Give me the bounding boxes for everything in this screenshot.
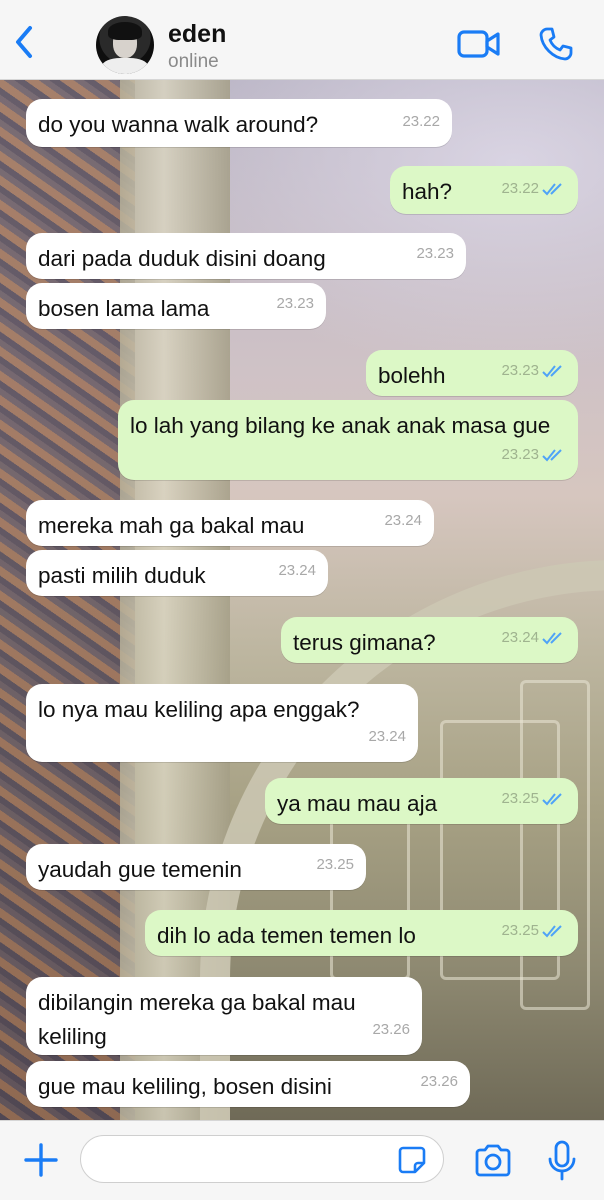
- camera-icon: [475, 1144, 511, 1177]
- message-incoming[interactable]: yaudah gue temenin 23.25: [26, 844, 366, 890]
- read-ticks-icon: [542, 449, 562, 462]
- sticker-button[interactable]: [398, 1146, 426, 1174]
- message-incoming[interactable]: gue mau keliling, bosen disini 23.26: [26, 1061, 470, 1107]
- message-outgoing[interactable]: lo lah yang bilang ke anak anak masa gue…: [118, 400, 578, 480]
- message-text: pasti milih duduk: [38, 563, 206, 588]
- message-input-bar: [0, 1120, 604, 1200]
- message-time: 23.25: [316, 856, 354, 873]
- message-time: 23.25: [501, 922, 539, 939]
- message-text: yaudah gue temenin: [38, 857, 242, 882]
- message-incoming[interactable]: dari pada duduk disini doang 23.23: [26, 233, 466, 279]
- back-button[interactable]: [8, 22, 42, 62]
- message-time: 23.24: [368, 728, 406, 745]
- read-ticks-icon: [542, 793, 562, 806]
- message-time: 23.22: [501, 180, 539, 197]
- microphone-button[interactable]: [546, 1139, 578, 1183]
- phone-call-icon: [539, 27, 573, 61]
- message-incoming[interactable]: pasti milih duduk 23.24: [26, 550, 328, 596]
- message-text: do you wanna walk around?: [38, 112, 319, 137]
- contact-name[interactable]: eden: [168, 20, 226, 49]
- back-chevron-icon: [16, 26, 32, 58]
- message-text: mereka mah ga bakal mau: [38, 513, 305, 538]
- attach-button[interactable]: [22, 1141, 60, 1179]
- message-time: 23.23: [416, 245, 454, 262]
- message-incoming[interactable]: dibilangin mereka ga bakal mau keliling …: [26, 977, 422, 1055]
- message-text: dari pada duduk disini doang: [38, 246, 326, 271]
- message-text: dibilangin mereka ga bakal mau keliling: [38, 990, 356, 1049]
- read-ticks-icon: [542, 365, 562, 378]
- message-text: lo nya mau keliling apa enggak?: [38, 697, 360, 722]
- contact-status: online: [168, 51, 219, 72]
- message-time: 23.24: [278, 562, 316, 579]
- message-input[interactable]: [80, 1135, 444, 1183]
- message-text: gue mau keliling, bosen disini: [38, 1074, 332, 1099]
- read-ticks-icon: [542, 925, 562, 938]
- wallpaper-panel: [520, 680, 590, 1010]
- message-outgoing[interactable]: hah? 23.22: [390, 166, 578, 214]
- chat-header: eden online: [0, 0, 604, 80]
- message-outgoing[interactable]: dih lo ada temen temen lo 23.25: [145, 910, 578, 956]
- message-outgoing[interactable]: bolehh 23.23: [366, 350, 578, 396]
- sticker-icon: [398, 1146, 426, 1174]
- video-call-icon: [457, 30, 500, 58]
- microphone-icon: [548, 1140, 576, 1181]
- read-ticks-icon: [542, 632, 562, 645]
- message-time: 23.22: [402, 113, 440, 130]
- read-ticks-icon: [542, 183, 562, 196]
- message-time: 23.24: [384, 512, 422, 529]
- message-text: bosen lama lama: [38, 296, 210, 321]
- contact-avatar[interactable]: [96, 16, 154, 74]
- message-outgoing[interactable]: ya mau mau aja 23.25: [265, 778, 578, 824]
- message-time: 23.26: [372, 1021, 410, 1038]
- camera-button[interactable]: [473, 1143, 513, 1179]
- message-time: 23.24: [501, 629, 539, 646]
- voice-call-button[interactable]: [538, 26, 574, 62]
- message-incoming[interactable]: lo nya mau keliling apa enggak? 23.24: [26, 684, 418, 762]
- video-call-button[interactable]: [456, 28, 502, 60]
- chat-area[interactable]: do you wanna walk around? 23.22 hah? 23.…: [0, 80, 604, 1120]
- message-time: 23.23: [276, 295, 314, 312]
- message-outgoing[interactable]: terus gimana? 23.24: [281, 617, 578, 663]
- message-incoming[interactable]: mereka mah ga bakal mau 23.24: [26, 500, 434, 546]
- message-time: 23.23: [501, 446, 539, 463]
- plus-icon: [24, 1143, 58, 1177]
- message-time: 23.26: [420, 1073, 458, 1090]
- message-incoming[interactable]: bosen lama lama 23.23: [26, 283, 326, 329]
- message-time: 23.23: [501, 362, 539, 379]
- message-incoming[interactable]: do you wanna walk around? 23.22: [26, 99, 452, 147]
- message-time: 23.25: [501, 790, 539, 807]
